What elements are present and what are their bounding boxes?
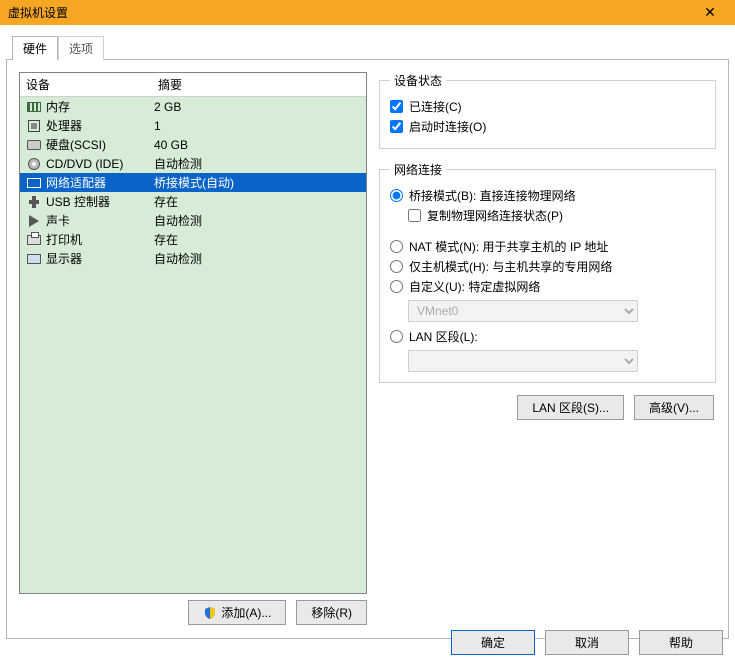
bridged-input[interactable] [390, 189, 403, 202]
device-summary: 存在 [154, 231, 360, 248]
network-connection-group: 网络连接 桥接模式(B): 直接连接物理网络 复制物理网络连接状态(P) NAT… [379, 161, 716, 383]
connect-at-power-checkbox[interactable]: 启动时连接(O) [390, 118, 705, 135]
ok-button[interactable]: 确定 [451, 630, 535, 655]
right-pane: 设备状态 已连接(C) 启动时连接(O) 网络连接 桥接模式(B): 直接连接物… [379, 72, 716, 626]
sound-icon [26, 213, 42, 229]
add-device-label: 添加(A)... [221, 604, 271, 621]
device-summary: 40 GB [154, 138, 360, 152]
nat-label: NAT 模式(N): 用于共享主机的 IP 地址 [409, 238, 608, 255]
device-row[interactable]: 网络适配器 桥接模式(自动) [20, 173, 366, 192]
device-row[interactable]: 打印机 存在 [20, 230, 366, 249]
lanseg-select[interactable] [408, 350, 638, 372]
device-row[interactable]: 声卡 自动检测 [20, 211, 366, 230]
nat-input[interactable] [390, 240, 403, 253]
connect-at-power-input[interactable] [390, 120, 403, 133]
custom-radio[interactable]: 自定义(U): 特定虚拟网络 [390, 278, 705, 295]
connected-label: 已连接(C) [409, 98, 462, 115]
cd-icon [26, 156, 42, 172]
connected-checkbox[interactable]: 已连接(C) [390, 98, 705, 115]
help-label: 帮助 [669, 634, 693, 651]
device-summary: 存在 [154, 193, 360, 210]
remove-device-button[interactable]: 移除(R) [296, 600, 367, 625]
device-name: 打印机 [46, 231, 82, 248]
remove-device-label: 移除(R) [311, 604, 352, 621]
connect-at-power-label: 启动时连接(O) [409, 118, 486, 135]
replicate-input[interactable] [408, 209, 421, 222]
custom-network-select[interactable]: VMnet0 [408, 300, 638, 322]
hostonly-radio[interactable]: 仅主机模式(H): 与主机共享的专用网络 [390, 258, 705, 275]
bridged-radio[interactable]: 桥接模式(B): 直接连接物理网络 [390, 187, 705, 204]
left-pane: 设备 摘要 内存 2 GB 处理器 1 硬盘(SCSI) 40 GB CD/DVD (IDE… [19, 72, 367, 626]
device-name: USB 控制器 [46, 193, 110, 210]
shield-icon [203, 606, 217, 620]
device-row[interactable]: 显示器 自动检测 [20, 249, 366, 268]
col-summary: 摘要 [158, 76, 182, 93]
device-name: 内存 [46, 98, 70, 115]
device-summary: 1 [154, 119, 360, 133]
cancel-label: 取消 [575, 634, 599, 651]
lanseg-radio[interactable]: LAN 区段(L): [390, 328, 705, 345]
tab-options[interactable]: 选项 [58, 36, 104, 60]
lan-segments-label: LAN 区段(S)... [532, 399, 609, 416]
device-list-header: 设备 摘要 [20, 73, 366, 97]
device-summary: 桥接模式(自动) [154, 174, 360, 191]
dialog-body: 硬件 选项 设备 摘要 内存 2 GB 处理器 1 硬盘(SCSI) 40 GB CD/DV… [0, 25, 735, 665]
printer-icon [26, 232, 42, 248]
window-title: 虚拟机设置 [8, 4, 68, 21]
ok-label: 确定 [481, 634, 505, 651]
network-icon [26, 175, 42, 191]
device-row[interactable]: CD/DVD (IDE) 自动检测 [20, 154, 366, 173]
device-summary: 2 GB [154, 100, 360, 114]
custom-input[interactable] [390, 280, 403, 293]
lan-segments-button[interactable]: LAN 区段(S)... [517, 395, 624, 420]
device-list[interactable]: 设备 摘要 内存 2 GB 处理器 1 硬盘(SCSI) 40 GB CD/DVD (IDE… [19, 72, 367, 594]
device-name: 显示器 [46, 250, 82, 267]
help-button[interactable]: 帮助 [639, 630, 723, 655]
device-row[interactable]: 内存 2 GB [20, 97, 366, 116]
monitor-icon [26, 251, 42, 267]
device-summary: 自动检测 [154, 155, 360, 172]
lanseg-label: LAN 区段(L): [409, 328, 478, 345]
hostonly-label: 仅主机模式(H): 与主机共享的专用网络 [409, 258, 612, 275]
memory-icon [26, 99, 42, 115]
device-status-group: 设备状态 已连接(C) 启动时连接(O) [379, 72, 716, 149]
title-bar: 虚拟机设置 ✕ [0, 0, 735, 25]
close-button[interactable]: ✕ [695, 0, 725, 25]
replicate-checkbox[interactable]: 复制物理网络连接状态(P) [408, 207, 705, 224]
tabstrip: 硬件 选项 [6, 35, 729, 59]
device-name: 硬盘(SCSI) [46, 136, 106, 153]
device-name: 处理器 [46, 117, 82, 134]
col-device: 设备 [26, 76, 158, 93]
device-row[interactable]: 处理器 1 [20, 116, 366, 135]
hdd-icon [26, 137, 42, 153]
device-status-legend: 设备状态 [390, 72, 446, 89]
hostonly-input[interactable] [390, 260, 403, 273]
device-summary: 自动检测 [154, 250, 360, 267]
device-row[interactable]: USB 控制器 存在 [20, 192, 366, 211]
replicate-label: 复制物理网络连接状态(P) [427, 207, 563, 224]
connected-input[interactable] [390, 100, 403, 113]
device-name: CD/DVD (IDE) [46, 157, 123, 171]
device-summary: 自动检测 [154, 212, 360, 229]
device-name: 声卡 [46, 212, 70, 229]
custom-label: 自定义(U): 特定虚拟网络 [409, 278, 540, 295]
device-row[interactable]: 硬盘(SCSI) 40 GB [20, 135, 366, 154]
tab-panel: 设备 摘要 内存 2 GB 处理器 1 硬盘(SCSI) 40 GB CD/DVD (IDE… [6, 59, 729, 639]
advanced-label: 高级(V)... [649, 399, 699, 416]
usb-icon [26, 194, 42, 210]
network-connection-legend: 网络连接 [390, 161, 446, 178]
nat-radio[interactable]: NAT 模式(N): 用于共享主机的 IP 地址 [390, 238, 705, 255]
tab-hardware[interactable]: 硬件 [12, 36, 58, 60]
add-device-button[interactable]: 添加(A)... [188, 600, 286, 625]
cpu-icon [26, 118, 42, 134]
bridged-label: 桥接模式(B): 直接连接物理网络 [409, 187, 576, 204]
cancel-button[interactable]: 取消 [545, 630, 629, 655]
advanced-button[interactable]: 高级(V)... [634, 395, 714, 420]
device-name: 网络适配器 [46, 174, 106, 191]
dialog-footer: 确定 取消 帮助 [451, 630, 723, 655]
lanseg-input[interactable] [390, 330, 403, 343]
